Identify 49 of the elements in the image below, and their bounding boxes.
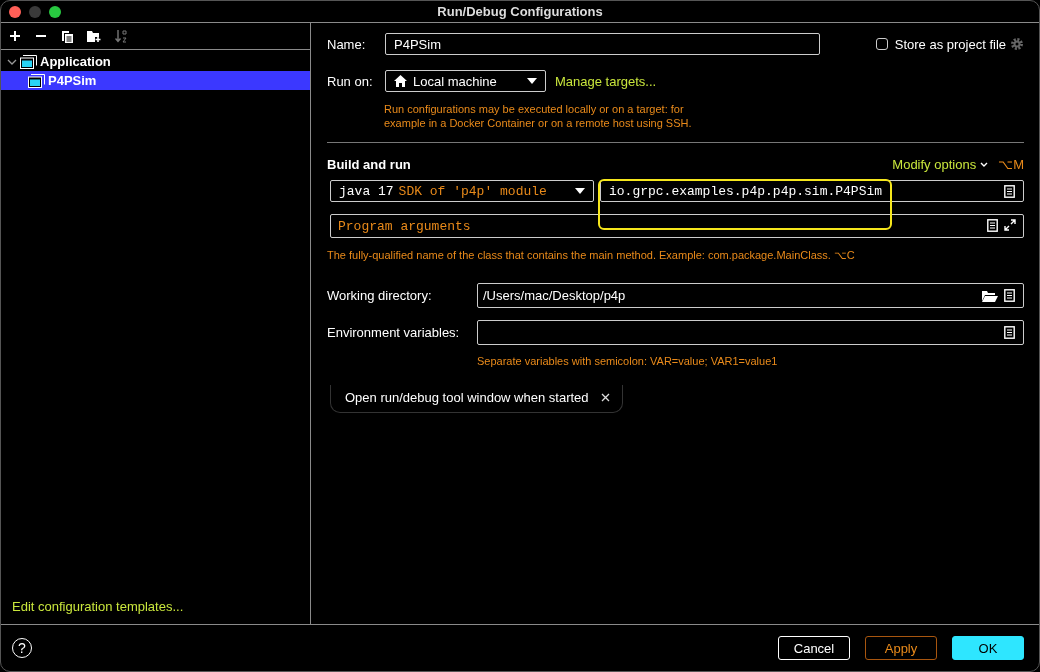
shortcut-label: ⌥M xyxy=(998,157,1024,172)
document-icon[interactable] xyxy=(1004,289,1015,302)
expand-icon[interactable] xyxy=(1004,219,1016,231)
working-directory-field[interactable]: /Users/mac/Desktop/p4p xyxy=(477,283,1024,308)
cancel-button[interactable]: Cancel xyxy=(778,636,850,660)
gear-icon[interactable] xyxy=(1010,37,1024,51)
copy-icon[interactable] xyxy=(61,29,73,43)
help-button[interactable]: ? xyxy=(12,638,32,658)
tree-item[interactable]: Application xyxy=(1,52,310,71)
hint-text: The fully-qualified name of the class that contains the main method. Example: com.package.MainClass. ⌥C xyxy=(327,248,856,262)
program-arguments-field[interactable]: Program arguments xyxy=(330,214,1024,238)
sort-icon xyxy=(115,29,127,43)
close-button[interactable] xyxy=(9,6,21,18)
application-icon xyxy=(28,73,45,88)
window-title: Run/Debug Configurations xyxy=(437,4,603,19)
run-on-dropdown[interactable]: Local machine xyxy=(385,70,546,92)
tree-item[interactable]: P4PSim xyxy=(1,71,310,90)
option-chip[interactable]: Open run/debug tool window when started xyxy=(330,385,623,413)
document-icon[interactable] xyxy=(987,219,998,232)
name-field[interactable]: P4PSim xyxy=(385,33,820,55)
field-label: Environment variables: xyxy=(327,325,461,340)
caret-icon xyxy=(527,78,537,84)
info-note: Run configurations may be executed locally or on a target: for example in a Docker Container or on a remote host using SSH. xyxy=(384,102,693,130)
hint-text: Separate variables with semicolon: VAR=value; VAR1=value1 xyxy=(477,354,779,368)
apply-button[interactable]: Apply xyxy=(865,636,937,660)
field-label: Name: xyxy=(327,36,367,52)
caret-icon xyxy=(575,188,585,194)
checkbox-label: Store as project file xyxy=(894,36,1006,52)
document-icon[interactable] xyxy=(1004,184,1015,198)
modify-options-link[interactable]: Modify options xyxy=(892,157,989,172)
document-icon[interactable] xyxy=(1004,326,1015,339)
folder-plus-icon[interactable] xyxy=(87,30,101,42)
jre-dropdown[interactable]: java 17 SDK of 'p4p' module xyxy=(330,180,594,202)
main-class-field[interactable]: io.grpc.examples.p4p.p4p.sim.P4PSim xyxy=(600,180,1024,202)
plus-icon[interactable] xyxy=(9,30,21,42)
chevron-icon xyxy=(980,161,989,168)
field-label: Run on: xyxy=(327,73,374,89)
manage-targets-link[interactable]: Manage targets... xyxy=(555,73,657,89)
application-icon xyxy=(20,54,37,69)
folder-icon[interactable] xyxy=(982,289,998,302)
checkbox[interactable] xyxy=(875,38,888,50)
zoom-button[interactable] xyxy=(49,6,61,18)
edit-templates-link[interactable]: Edit configuration templates... xyxy=(1,599,310,624)
section-title: Build and run xyxy=(327,157,411,172)
environment-variables-field[interactable] xyxy=(477,320,1024,345)
ok-button[interactable]: OK xyxy=(952,636,1024,660)
field-label: Working directory: xyxy=(327,288,433,303)
close-icon[interactable] xyxy=(600,393,610,402)
home-icon xyxy=(394,75,407,87)
